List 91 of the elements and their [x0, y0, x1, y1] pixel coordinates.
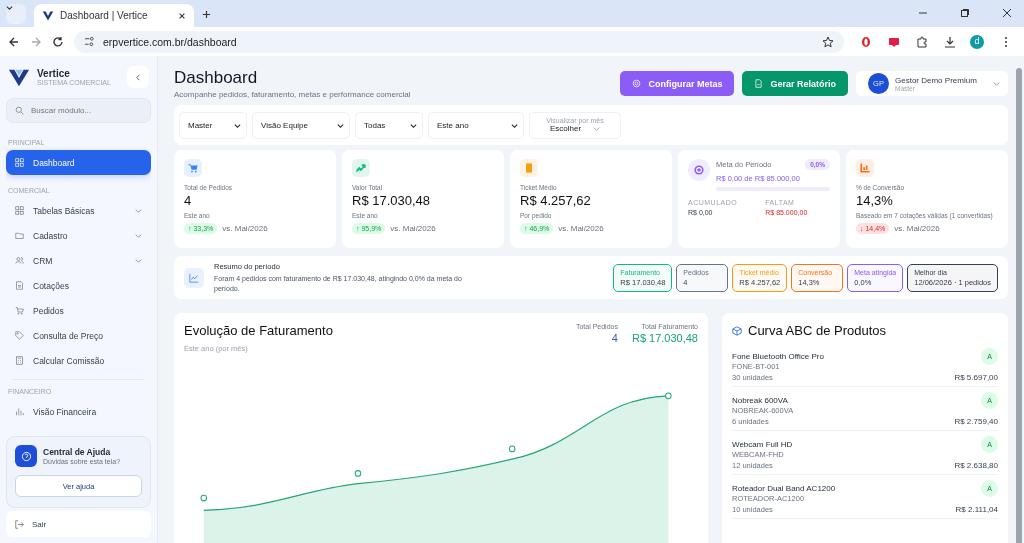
back-icon[interactable]	[8, 35, 20, 48]
chart-title: Evolução de Faturamento	[184, 323, 334, 338]
chart-icon	[184, 267, 204, 288]
page-title: Dashboard	[174, 68, 259, 88]
target-icon	[688, 159, 710, 181]
reload-icon[interactable]	[52, 35, 64, 48]
report-button[interactable]: Gerar Relatório	[742, 71, 848, 96]
restore-icon[interactable]	[960, 8, 970, 18]
sidebar-item[interactable]: Cotações	[6, 273, 151, 298]
close-icon[interactable]	[1002, 8, 1012, 18]
calc-icon	[15, 356, 24, 365]
address-bar[interactable]: erpvertice.com.br/dashboard	[74, 30, 844, 53]
data-point[interactable]	[665, 392, 672, 400]
puzzle-icon[interactable]	[916, 35, 928, 48]
download-icon[interactable]	[944, 35, 956, 48]
filter-select[interactable]: Master	[179, 111, 247, 139]
comparison-label: vs. Mai/2026	[390, 224, 436, 233]
chart-icon	[856, 159, 874, 177]
product-value: R$ 2.759,40	[954, 417, 998, 426]
logout-icon	[15, 519, 24, 529]
sidebar-item[interactable]: Tabelas Básicas	[6, 198, 151, 223]
kpi-value: R$ 17.030,48	[352, 193, 432, 208]
document-icon	[754, 79, 764, 88]
extension-icon[interactable]	[860, 35, 872, 48]
comparison-label: vs. Mai/2026	[558, 224, 604, 233]
cube-icon	[732, 325, 742, 336]
new-tab-icon[interactable]	[202, 10, 211, 19]
data-point[interactable]	[508, 445, 516, 453]
comparison-label: vs. Mai/2026	[222, 224, 268, 233]
total-value: 4	[611, 332, 618, 344]
chevron-down-icon	[337, 121, 344, 129]
extension-icon[interactable]	[888, 35, 900, 48]
sidebar-item[interactable]: Cadastro	[6, 223, 151, 248]
sidebar-item[interactable]: Pedidos	[6, 298, 151, 323]
comparison-label: vs. Mai/2026	[894, 224, 940, 233]
kpi-value: R$ 4.257,62	[520, 193, 592, 208]
kpi-value: 4	[184, 193, 193, 208]
chevron-down-icon	[511, 121, 518, 129]
users-icon	[15, 256, 24, 265]
product-name: Nobreak 600VA	[732, 396, 788, 405]
bookmark-star-icon[interactable]	[822, 35, 834, 48]
user-name: Gestor Demo Premium	[895, 75, 978, 85]
card-title: Curva ABC de Produtos	[748, 323, 887, 338]
goals-button[interactable]: Configurar Metas	[620, 71, 735, 96]
cart-icon	[184, 159, 202, 177]
chevron-down-icon	[593, 125, 601, 132]
sidebar-item[interactable]: Dashboard	[6, 150, 151, 175]
product-value: R$ 5.697,00	[954, 373, 998, 382]
trend-icon	[352, 159, 370, 177]
help-icon	[15, 445, 37, 467]
chevron-down-icon	[234, 121, 241, 129]
grid-icon	[15, 158, 24, 167]
tab-list-button[interactable]	[6, 4, 26, 24]
total-value: R$ 17.030,48	[631, 332, 698, 344]
data-point[interactable]	[200, 494, 208, 502]
product-value: R$ 2.638,80	[954, 461, 998, 470]
bars-icon	[15, 407, 24, 416]
chevron-down-icon	[410, 121, 417, 129]
chevron-left-icon	[134, 73, 142, 81]
tag-icon	[15, 331, 24, 340]
product-value: R$ 2.111,04	[955, 505, 998, 514]
folder-icon	[15, 231, 24, 240]
brand-name: Vertice	[37, 68, 71, 79]
browser-tab[interactable]: Dashboard | Vertice	[34, 4, 194, 27]
product-name: Webcam Full HD	[732, 440, 793, 449]
cart-icon	[15, 306, 24, 315]
sidebar-item[interactable]: CRM	[6, 248, 151, 273]
scrollbar-thumb[interactable]	[1016, 68, 1022, 543]
help-title: Central de Ajuda	[43, 447, 112, 457]
search-icon	[15, 106, 24, 115]
chevron-down-icon	[6, 4, 13, 11]
product-name: Fone Bluetooth Office Pro	[732, 352, 824, 361]
kpi-value: 14,3%	[856, 193, 894, 208]
filter-select[interactable]: Este ano	[428, 111, 524, 139]
target-icon	[632, 79, 642, 88]
doc-icon	[15, 281, 24, 290]
sidebar-item[interactable]: Calcular Comissão	[6, 348, 151, 373]
data-point[interactable]	[354, 470, 362, 477]
search-field[interactable]: Buscar módulo...	[6, 98, 151, 123]
logout-button[interactable]: Sair	[6, 511, 151, 537]
close-icon[interactable]	[178, 11, 186, 20]
chevron-down-icon	[993, 80, 1000, 87]
site-settings-icon[interactable]	[84, 36, 95, 47]
product-name: Roteador Dual Band AC1200	[732, 484, 836, 493]
sidebar-item[interactable]: Visão Financeira	[6, 399, 151, 424]
grid-icon	[15, 206, 24, 215]
page-subtitle: Acompanhe pedidos, faturamento, metas e performance comercial	[174, 90, 412, 99]
sidebar-item[interactable]: Consulta de Preço	[6, 323, 151, 348]
filter-select[interactable]: Todas	[355, 111, 423, 139]
logo-icon	[42, 9, 54, 22]
filter-select[interactable]: Visão Equipe	[252, 111, 350, 139]
